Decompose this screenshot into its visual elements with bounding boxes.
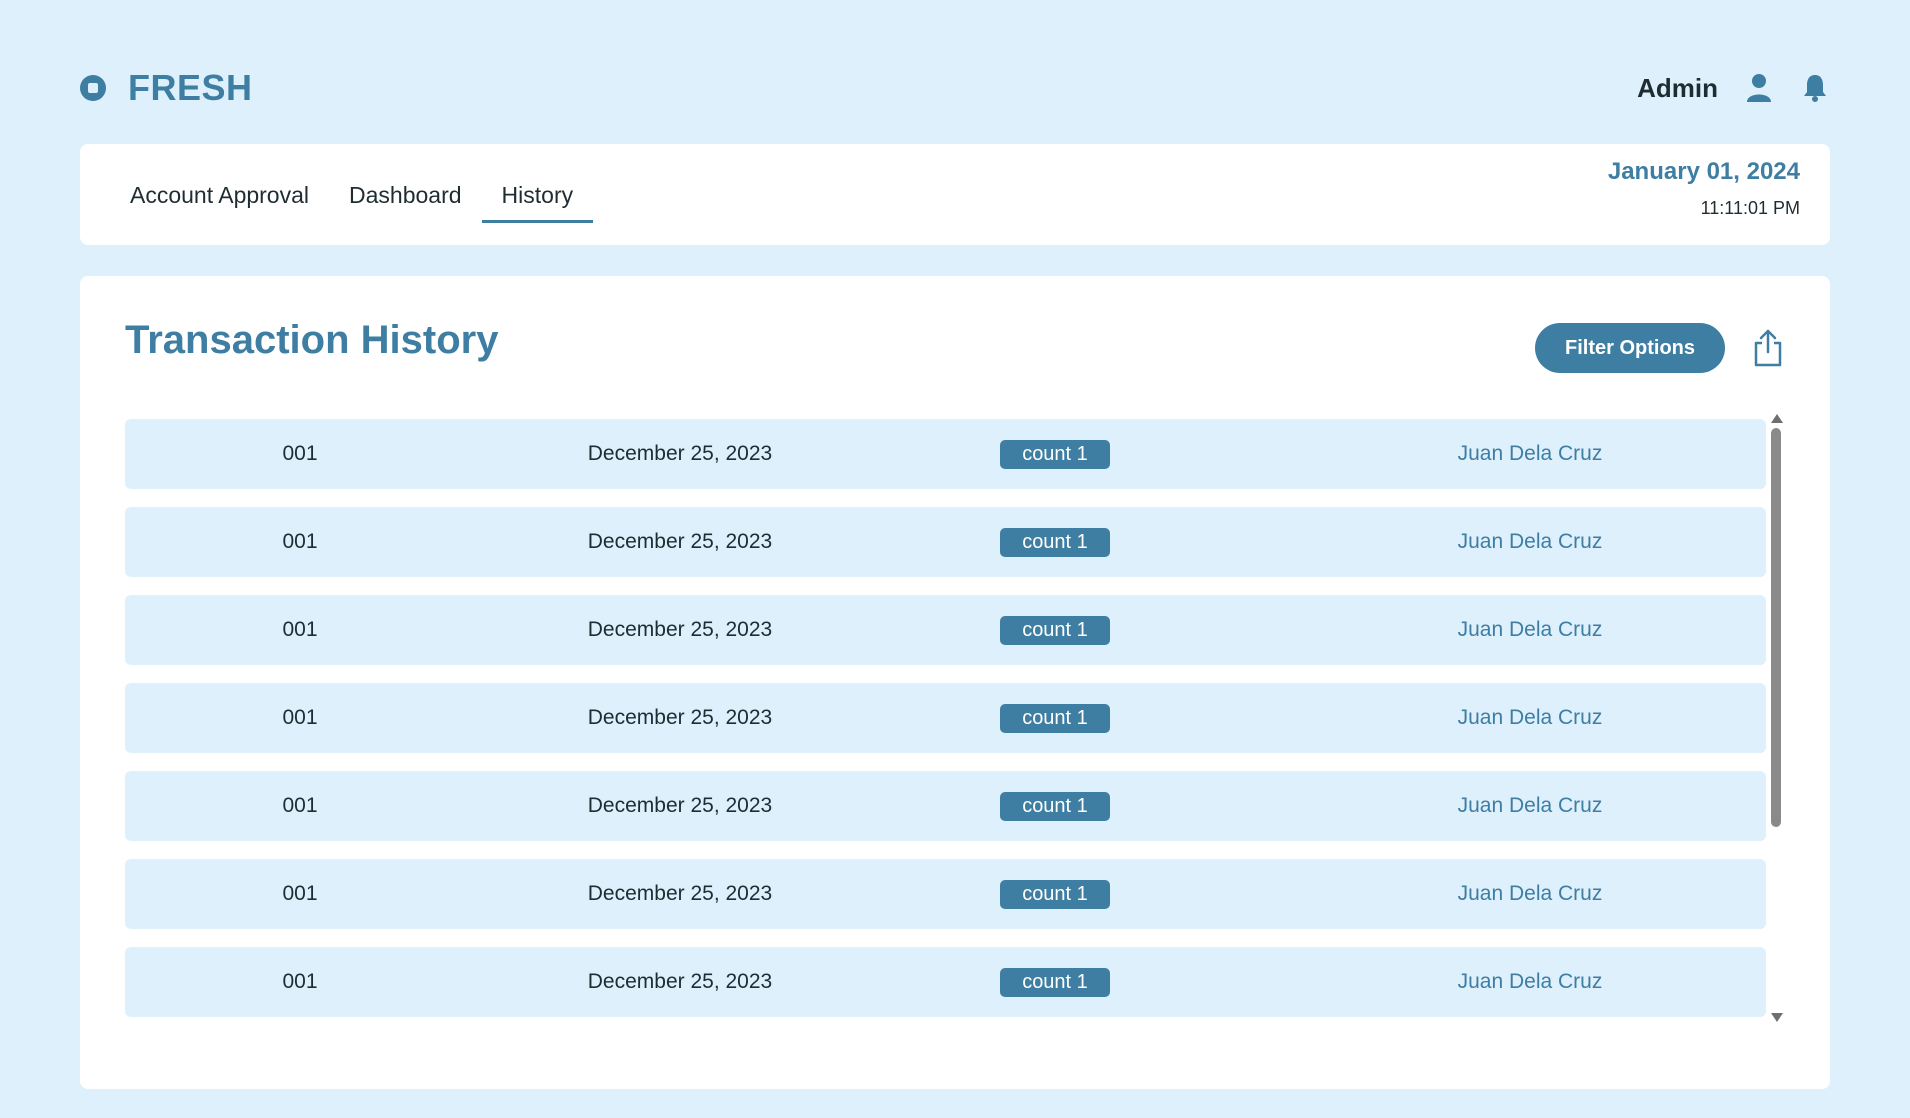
count-badge: count 1 [1000,703,1110,733]
row-badge-cell: count 1 [985,683,1125,753]
row-name[interactable]: Juan Dela Cruz [1405,859,1655,929]
count-badge: count 1 [1000,439,1110,469]
row-id: 001 [282,970,318,993]
transaction-list: 001 December 25, 2023 count 1 Juan Dela … [125,419,1785,1019]
tab-history[interactable]: History [481,174,594,223]
row-name[interactable]: Juan Dela Cruz [1405,419,1655,489]
row-id: 001 [282,794,318,817]
row-name[interactable]: Juan Dela Cruz [1405,683,1655,753]
table-row[interactable]: 001 December 25, 2023 count 1 Juan Dela … [125,947,1766,1017]
table-row[interactable]: 001 December 25, 2023 count 1 Juan Dela … [125,859,1766,929]
count-badge: count 1 [1000,527,1110,557]
tab-bar: Account Approval Dashboard History [110,174,593,223]
count-badge: count 1 [1000,879,1110,909]
scrollbar-thumb[interactable] [1771,428,1781,827]
row-date: December 25, 2023 [587,530,773,553]
transaction-history-card: Transaction History Filter Options 001 D… [80,276,1830,1089]
row-id: 001 [282,618,318,641]
scroll-up-arrow-icon[interactable] [1771,414,1783,423]
user-label[interactable]: Admin [1637,73,1718,104]
row-name[interactable]: Juan Dela Cruz [1405,507,1655,577]
count-badge: count 1 [1000,615,1110,645]
row-badge-cell: count 1 [985,507,1125,577]
top-bar: FRESH Admin [80,60,1830,116]
row-date: December 25, 2023 [587,442,773,465]
row-name[interactable]: Juan Dela Cruz [1405,771,1655,841]
row-badge-cell: count 1 [985,595,1125,665]
tab-account-approval[interactable]: Account Approval [110,174,329,223]
row-badge-cell: count 1 [985,859,1125,929]
bell-icon[interactable] [1800,73,1830,103]
count-badge: count 1 [1000,791,1110,821]
row-date: December 25, 2023 [587,970,773,993]
table-row[interactable]: 001 December 25, 2023 count 1 Juan Dela … [125,771,1766,841]
row-badge-cell: count 1 [985,771,1125,841]
scroll-down-arrow-icon[interactable] [1771,1013,1783,1022]
row-badge-cell: count 1 [985,947,1125,1017]
circle-logo-icon [80,75,106,101]
row-name[interactable]: Juan Dela Cruz [1405,595,1655,665]
row-date: December 25, 2023 [587,618,773,641]
row-id: 001 [282,882,318,905]
row-id: 001 [282,530,318,553]
table-row[interactable]: 001 December 25, 2023 count 1 Juan Dela … [125,595,1766,665]
count-badge: count 1 [1000,967,1110,997]
user-area: Admin [1637,73,1830,104]
row-id: 001 [282,442,318,465]
user-icon[interactable] [1744,73,1774,103]
brand-name: FRESH [128,67,253,108]
table-row[interactable]: 001 December 25, 2023 count 1 Juan Dela … [125,419,1766,489]
current-date: January 01, 2024 [1607,158,1800,185]
scrollbar[interactable] [1768,412,1784,1024]
datetime-display: January 01, 2024 11:11:01 PM [1608,158,1800,219]
row-name[interactable]: Juan Dela Cruz [1405,947,1655,1017]
table-row[interactable]: 001 December 25, 2023 count 1 Juan Dela … [125,683,1766,753]
row-date: December 25, 2023 [587,882,773,905]
brand[interactable]: FRESH [80,67,253,109]
row-date: December 25, 2023 [587,794,773,817]
row-id: 001 [282,706,318,729]
row-date: December 25, 2023 [587,706,773,729]
page-title: Transaction History [125,318,499,362]
share-export-icon[interactable] [1750,328,1786,368]
current-time: 11:11:01 PM [1700,198,1800,218]
table-row[interactable]: 001 December 25, 2023 count 1 Juan Dela … [125,507,1766,577]
filter-options-button[interactable]: Filter Options [1535,323,1725,373]
row-badge-cell: count 1 [985,419,1125,489]
nav-card: Account Approval Dashboard History Janua… [80,144,1830,245]
tab-dashboard[interactable]: Dashboard [329,174,482,223]
